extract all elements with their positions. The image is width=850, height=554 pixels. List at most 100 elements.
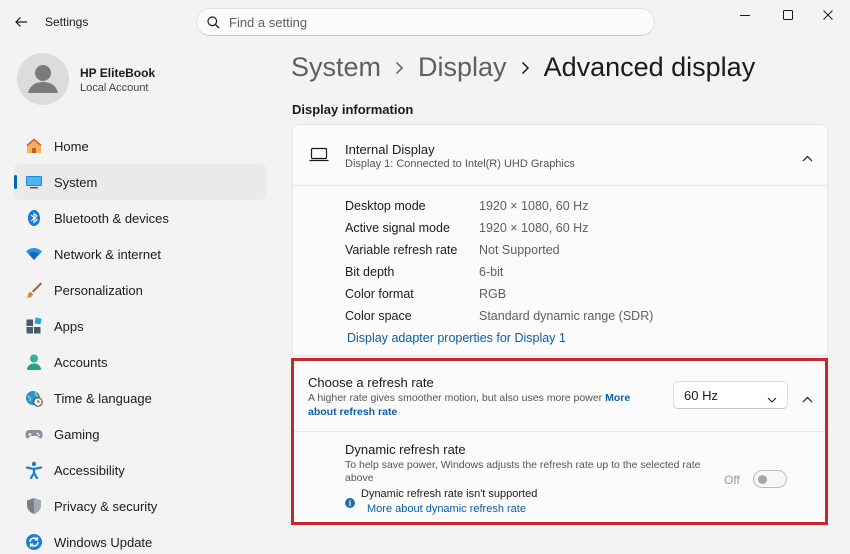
update-icon [25, 533, 43, 551]
display-spec-list: Desktop mode 1920 × 1080, 60 Hz Active s… [345, 195, 653, 327]
brush-icon [25, 281, 43, 299]
spec-value: RGB [479, 287, 507, 301]
spec-row: Bit depth 6-bit [345, 261, 653, 283]
chevron-right-icon [395, 61, 404, 75]
sidebar-item-label: Accounts [54, 354, 108, 370]
spec-label: Active signal mode [345, 221, 450, 235]
refresh-rate-description-text: A higher rate gives smoother motion, but… [308, 392, 603, 404]
sidebar-item-network[interactable]: Network & internet [14, 236, 266, 272]
display-adapter-properties-link[interactable]: Display adapter properties for Display 1 [347, 331, 566, 345]
section-title: Display information [292, 102, 414, 117]
sidebar-item-label: Apps [54, 318, 84, 334]
more-about-dynamic-refresh-link[interactable]: More about dynamic refresh rate [367, 503, 526, 515]
home-icon [25, 137, 43, 155]
dynamic-refresh-notice: Dynamic refresh rate isn't supported [361, 488, 538, 500]
sidebar-item-system[interactable]: System [14, 164, 266, 200]
display-connection: Display 1: Connected to Intel(R) UHD Gra… [345, 158, 575, 170]
breadcrumb-display[interactable]: Display [418, 52, 507, 83]
profile-account-type: Local Account [80, 82, 149, 94]
spec-label: Color space [345, 309, 412, 323]
user-icon [28, 65, 58, 93]
refresh-rate-description: A higher rate gives smoother motion, but… [308, 391, 658, 419]
globe-clock-icon [25, 389, 43, 407]
dynamic-refresh-description: To help save power, Windows adjusts the … [345, 459, 701, 484]
sidebar-item-bluetooth[interactable]: Bluetooth & devices [14, 200, 266, 236]
close-icon [823, 10, 833, 20]
monitor-icon [309, 147, 329, 168]
sidebar-item-home[interactable]: Home [14, 128, 266, 164]
sidebar-item-label: Network & internet [54, 246, 161, 262]
refresh-rate-selected-value: 60 Hz [684, 387, 718, 403]
spec-value: 6-bit [479, 265, 504, 279]
refresh-rate-dropdown[interactable]: 60 Hz [673, 381, 788, 409]
spec-row: Desktop mode 1920 × 1080, 60 Hz [345, 195, 653, 217]
sidebar-item-label: Bluetooth & devices [54, 210, 169, 226]
sidebar-item-label: System [54, 174, 98, 190]
system-icon [25, 173, 43, 191]
dynamic-refresh-toggle[interactable] [753, 470, 787, 488]
minimize-icon [740, 15, 750, 16]
search-box[interactable] [196, 8, 655, 36]
page-title: Advanced display [543, 52, 756, 82]
spec-row: Active signal mode 1920 × 1080, 60 Hz [345, 217, 653, 239]
sidebar-item-time-language[interactable]: Time & language [14, 380, 266, 416]
spec-row: Variable refresh rate Not Supported [345, 239, 653, 261]
sidebar-item-label: Gaming [54, 426, 100, 442]
spec-value: 1920 × 1080, 60 Hz [479, 199, 589, 213]
accessibility-icon [25, 461, 43, 479]
spec-label: Desktop mode [345, 199, 426, 213]
refresh-rate-title: Choose a refresh rate [308, 375, 434, 390]
spec-label: Bit depth [345, 265, 395, 279]
spec-row: Color space Standard dynamic range (SDR) [345, 305, 653, 327]
spec-row: Color format RGB [345, 283, 653, 305]
sidebar-item-personalization[interactable]: Personalization [14, 272, 266, 308]
dynamic-refresh-toggle-state: Off [724, 473, 740, 487]
minimize-button[interactable] [727, 4, 763, 26]
chevron-up-icon[interactable] [802, 390, 813, 408]
display-info-header[interactable]: Internal Display Display 1: Connected to… [293, 125, 827, 186]
info-icon: i [345, 498, 355, 508]
dynamic-refresh-title: Dynamic refresh rate [345, 442, 466, 457]
sidebar-item-label: Time & language [54, 390, 152, 406]
display-name: Internal Display [345, 142, 435, 157]
spec-value: Not Supported [479, 243, 560, 257]
divider [293, 431, 827, 432]
search-icon [207, 15, 220, 28]
breadcrumb: System Display Advanced display [291, 52, 755, 83]
apps-icon [25, 317, 43, 335]
profile-name: HP EliteBook [80, 66, 156, 80]
chevron-down-icon [767, 391, 777, 406]
sidebar-item-privacy-security[interactable]: Privacy & security [14, 488, 266, 524]
bluetooth-icon [25, 209, 43, 227]
back-button[interactable] [10, 11, 32, 33]
sidebar-item-label: Windows Update [54, 534, 153, 550]
refresh-rate-card: Choose a refresh rate A higher rate give… [292, 359, 828, 525]
spec-label: Variable refresh rate [345, 243, 458, 257]
sidebar-item-apps[interactable]: Apps [14, 308, 266, 344]
close-button[interactable] [810, 4, 846, 26]
sidebar-item-accessibility[interactable]: Accessibility [14, 452, 266, 488]
chevron-right-icon [521, 61, 530, 75]
accounts-icon [25, 353, 43, 371]
maximize-button[interactable] [770, 4, 806, 26]
sidebar-item-label: Personalization [54, 282, 143, 298]
spec-value: 1920 × 1080, 60 Hz [479, 221, 589, 235]
toggle-knob [758, 475, 767, 484]
avatar[interactable] [17, 53, 69, 105]
sidebar-item-windows-update[interactable]: Windows Update [14, 524, 266, 554]
spec-value: Standard dynamic range (SDR) [479, 309, 654, 323]
sidebar-nav: Home System Bluetooth & devices Network … [14, 128, 266, 554]
breadcrumb-system[interactable]: System [291, 52, 381, 83]
spec-label: Color format [345, 287, 414, 301]
sidebar-item-accounts[interactable]: Accounts [14, 344, 266, 380]
app-title: Settings [45, 15, 89, 29]
display-info-card: Internal Display Display 1: Connected to… [292, 124, 828, 356]
search-input[interactable] [229, 14, 629, 30]
shield-icon [25, 497, 43, 515]
sidebar-item-label: Accessibility [54, 462, 125, 478]
sidebar-item-gaming[interactable]: Gaming [14, 416, 266, 452]
title-bar: Settings [0, 0, 850, 44]
wifi-icon [25, 245, 43, 263]
sidebar-item-label: Home [54, 138, 89, 154]
chevron-up-icon[interactable] [802, 149, 813, 167]
